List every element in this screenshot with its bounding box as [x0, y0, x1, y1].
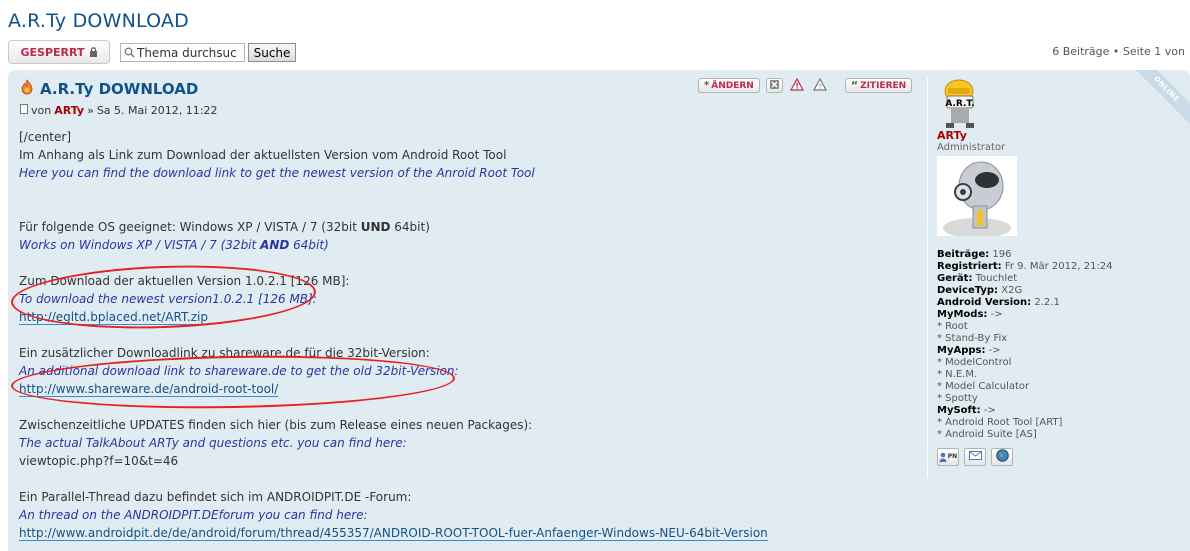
- os-text-1: Für folgende OS geeignet: Windows XP / V…: [19, 220, 361, 234]
- page-title[interactable]: A.R.Ty DOWNLOAD: [8, 10, 189, 32]
- online-badge: ONLINE: [1128, 70, 1190, 128]
- download-link-art[interactable]: http://egltd.bplaced.net/ART.zip: [19, 310, 208, 325]
- androidpit-thread-link[interactable]: http://www.androidpit.de/de/android/foru…: [19, 526, 768, 541]
- android-version-value: 2.2.1: [1034, 297, 1060, 308]
- posts-label: Beiträge:: [937, 249, 990, 260]
- pagination-info: 6 Beiträge • Seite 1 von: [1052, 45, 1185, 58]
- os-en-and: AND: [260, 238, 290, 252]
- locked-label: GESPERRT: [20, 45, 85, 59]
- registered-label: Registriert:: [937, 261, 1002, 272]
- email-icon: [968, 450, 982, 464]
- os-en-1: Works on Windows XP / VISTA / 7 (32bit: [19, 238, 261, 252]
- lock-icon: [89, 47, 98, 57]
- search-icon: [121, 44, 137, 61]
- mysoft-item: * Android Suite [AS]: [937, 429, 1037, 440]
- body-line: Im Anhang als Link zum Download der aktu…: [19, 148, 507, 162]
- myapps-item: * N.E.M.: [937, 369, 978, 380]
- post-date: Sa 5. Mai 2012, 11:22: [96, 104, 218, 117]
- search-input[interactable]: [137, 45, 243, 60]
- body-line: Zwischenzeitliche UPDATES finden sich hi…: [19, 418, 533, 432]
- warn-icon: ?: [813, 76, 828, 95]
- mysoft-value: ->: [983, 405, 996, 416]
- profile-rank: Administrator: [937, 142, 1006, 153]
- user-pm-icon: PN: [939, 451, 957, 463]
- mymods-item: * Root: [937, 321, 968, 332]
- post-title: A.R.Ty DOWNLOAD: [20, 79, 198, 99]
- body-line-english: An thread on the ANDROIDPIT.DEforum you …: [19, 508, 368, 522]
- body-line: Ein zusätzlicher Downloadlink zu sharewa…: [19, 346, 430, 360]
- quote-button[interactable]: “ ZITIEREN: [844, 78, 913, 93]
- quote-label: ZITIEREN: [860, 80, 907, 91]
- os-text-und: UND: [360, 220, 391, 234]
- body-line: [/center]: [19, 130, 72, 144]
- quote-icon: “: [850, 79, 859, 92]
- os-text-2: 64bit): [390, 220, 430, 234]
- website-button[interactable]: [991, 448, 1013, 466]
- devicetype-value: X2G: [1001, 285, 1023, 296]
- body-line-english: Works on Windows XP / VISTA / 7 (32bit A…: [19, 236, 329, 254]
- download-link-shareware[interactable]: http://www.shareware.de/android-root-too…: [19, 382, 279, 397]
- edit-label: ÄNDERN: [711, 80, 754, 91]
- body-line: Für folgende OS geeignet: Windows XP / V…: [19, 218, 430, 236]
- myapps-item: * Model Calculator: [937, 381, 1030, 392]
- mysoft-item: * Android Root Tool [ART]: [937, 417, 1063, 428]
- post-flame-icon: [20, 79, 34, 99]
- email-button[interactable]: [964, 448, 986, 466]
- myapps-item: * ModelControl: [937, 357, 1012, 368]
- profile-fields: Beiträge: 196 Registriert: Fr 9. Mär 201…: [937, 249, 1137, 441]
- post-meta-prefix: von: [31, 104, 52, 117]
- device-label: Gerät:: [937, 273, 973, 284]
- author-profile: A.R.T. ARTy Administrator Beiträge: 196: [937, 78, 1137, 466]
- post-meta: von ARTy » Sa 5. Mai 2012, 11:22: [20, 104, 218, 117]
- device-value: Touchlet: [975, 273, 1018, 284]
- warn-button[interactable]: ?: [812, 76, 829, 95]
- private-message-button[interactable]: PN: [937, 448, 959, 466]
- search-button[interactable]: Suche: [248, 43, 296, 62]
- body-line-english: Here you can find the download link to g…: [19, 166, 535, 180]
- body-line-english: To download the newest version1.0.2.1 [1…: [19, 292, 317, 306]
- edit-icon: *: [704, 80, 710, 91]
- delete-icon: [769, 79, 779, 92]
- myapps-value: ->: [988, 345, 1001, 356]
- profile-divider: [927, 78, 928, 478]
- myapps-item: * Spotty: [937, 393, 978, 404]
- mymods-value: ->: [990, 309, 1003, 320]
- search-box: [120, 43, 245, 62]
- devicetype-label: DeviceTyp:: [937, 285, 999, 296]
- profile-username-link[interactable]: ARTy: [937, 130, 1137, 142]
- contact-icons: PN: [937, 448, 1137, 466]
- mymods-label: MyMods:: [937, 309, 988, 320]
- registered-date: Fr 9. Mär 2012, 21:24: [1004, 261, 1113, 272]
- post-meta-separator: »: [87, 104, 94, 117]
- body-line: Zum Download der aktuellen Version 1.0.2…: [19, 274, 350, 288]
- post-title-link[interactable]: A.R.Ty DOWNLOAD: [40, 80, 198, 98]
- globe-icon: [995, 448, 1009, 466]
- avatar[interactable]: [937, 156, 1017, 238]
- report-icon: [790, 76, 805, 95]
- post-author-link[interactable]: ARTy: [54, 104, 84, 117]
- post: ONLINE A.R.Ty DOWNLOAD von ARTy » Sa 5. …: [8, 70, 1190, 551]
- rank-image-text: A.R.T.: [945, 99, 974, 109]
- pm-label: PN: [947, 453, 958, 460]
- body-line-english: An additional download link to shareware…: [19, 364, 459, 378]
- delete-button[interactable]: [765, 78, 783, 93]
- locked-topic-button[interactable]: GESPERRT: [8, 40, 110, 64]
- report-button[interactable]: [789, 76, 806, 95]
- body-line-english: The actual TalkAbout ARTy and questions …: [19, 436, 407, 450]
- mymods-item: * Stand-By Fix: [937, 333, 1008, 344]
- edit-button[interactable]: * ÄNDERN: [698, 78, 760, 93]
- rank-image: A.R.T.: [937, 78, 989, 130]
- myapps-label: MyApps:: [937, 345, 986, 356]
- updates-topic-text: viewtopic.php?f=10&t=46: [19, 454, 179, 468]
- mysoft-label: MySoft:: [937, 405, 981, 416]
- post-actions: * ÄNDERN ? “ ZITIEREN: [698, 76, 913, 95]
- posts-count[interactable]: 196: [992, 249, 1011, 260]
- body-line: Ein Parallel-Thread dazu befindet sich i…: [19, 490, 412, 504]
- android-version-label: Android Version:: [937, 297, 1032, 308]
- svg-text:?: ?: [818, 83, 822, 91]
- os-en-2: 64bit): [289, 238, 329, 252]
- post-icon: [20, 104, 28, 117]
